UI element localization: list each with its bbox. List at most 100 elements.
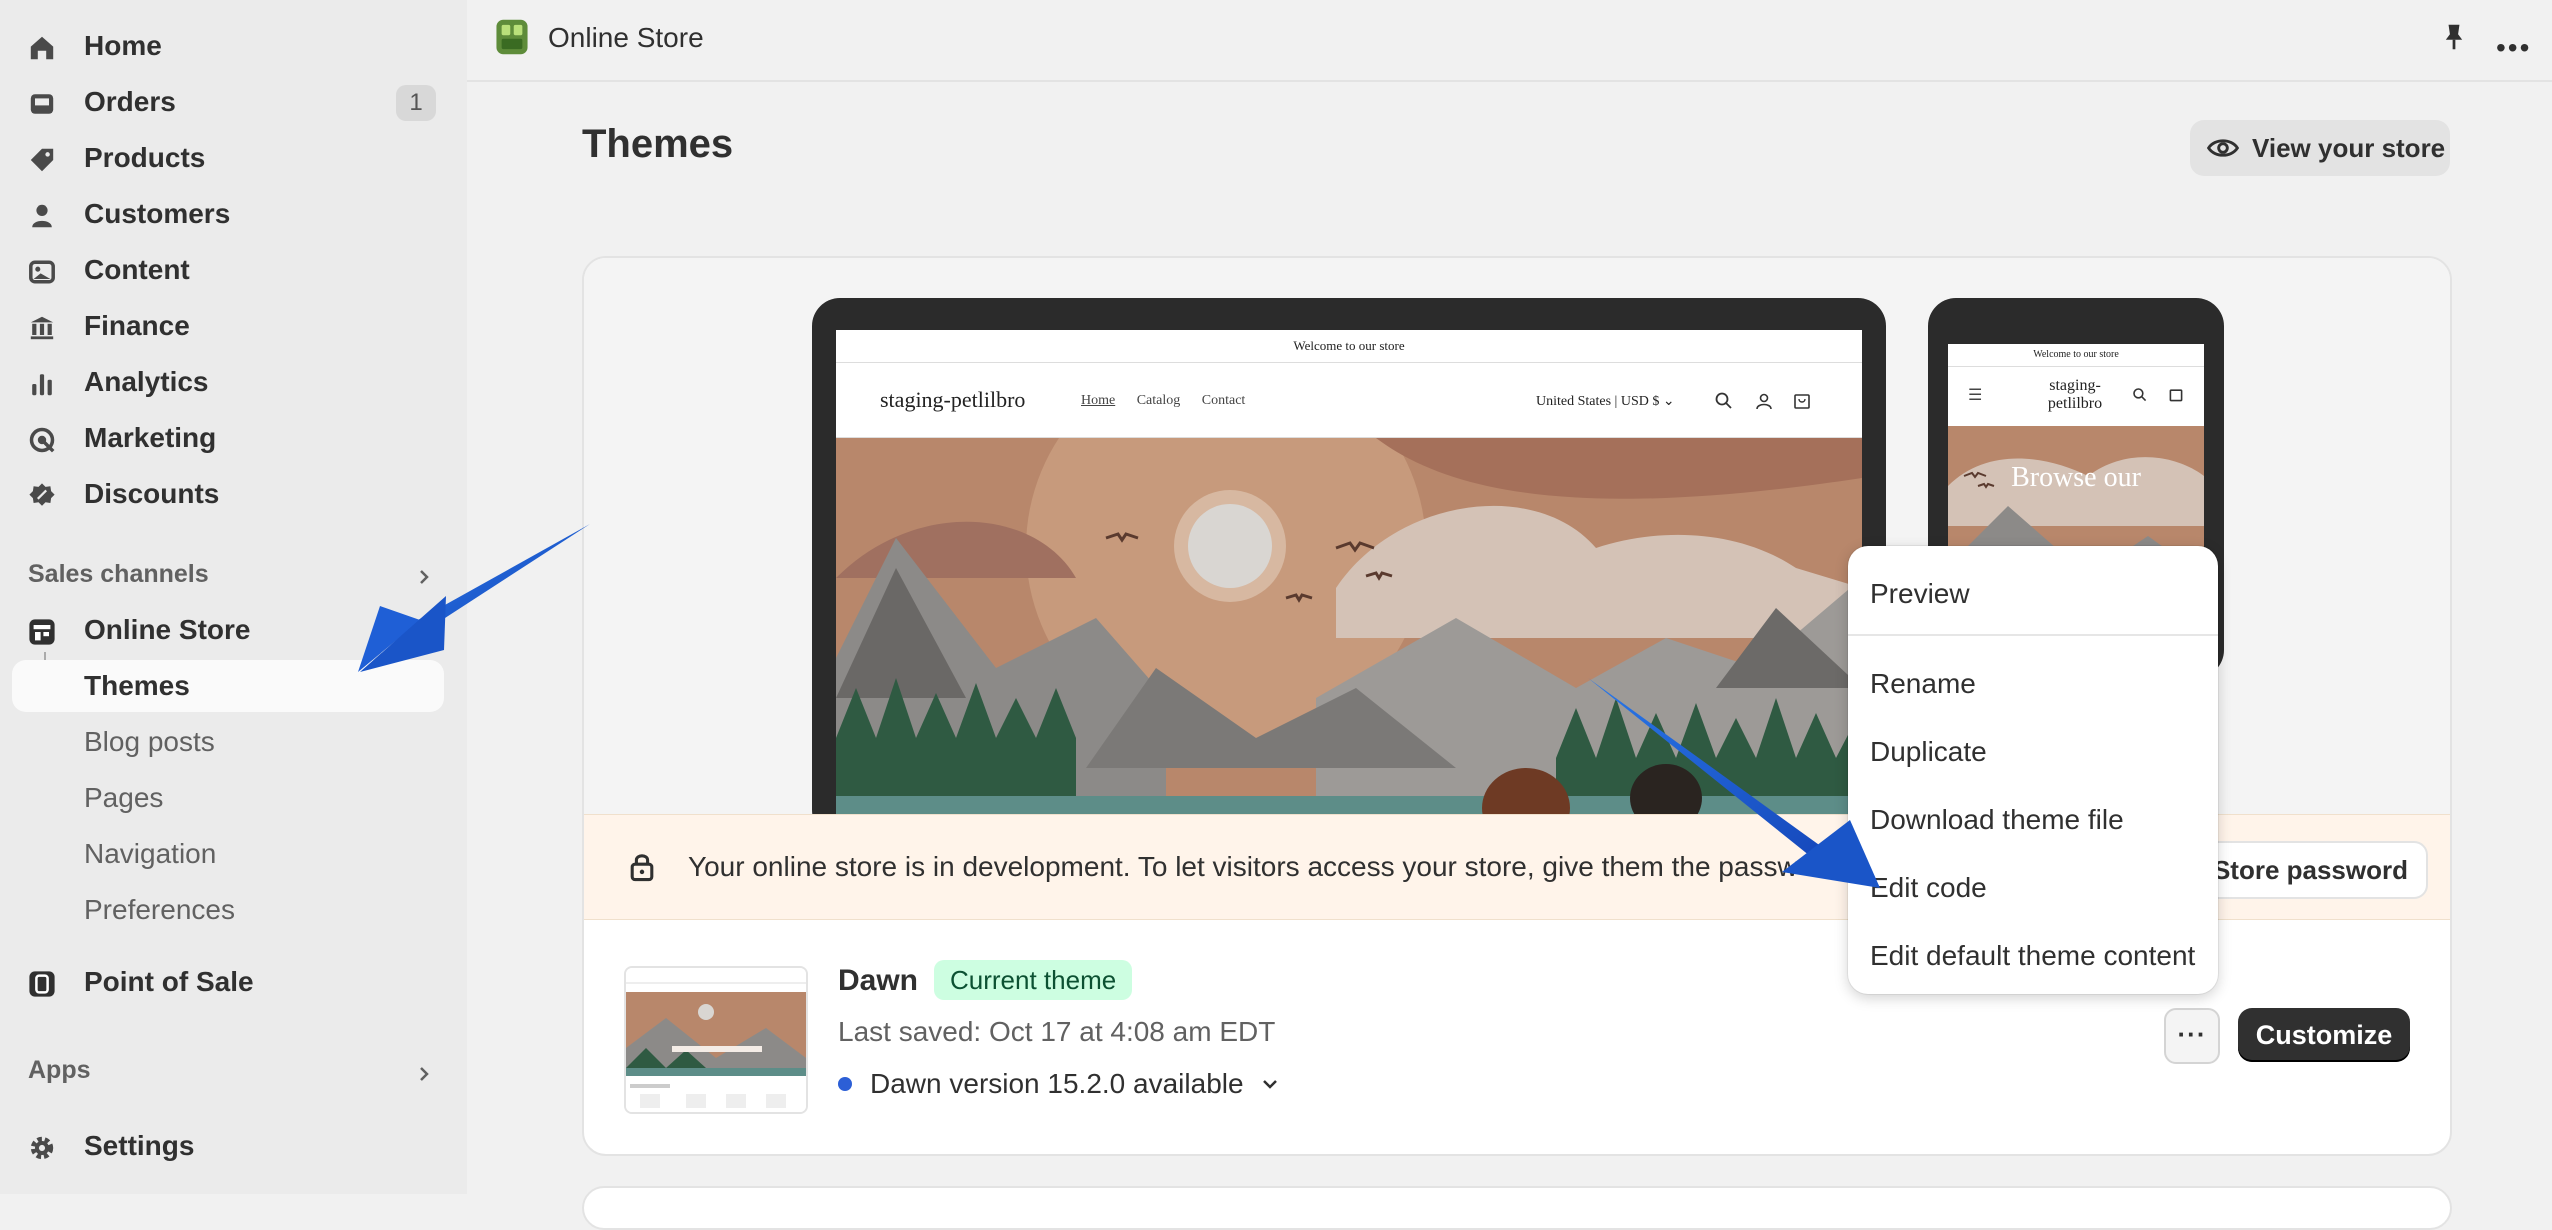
theme-version-selector[interactable]: Dawn version 15.2.0 available (838, 1068, 1280, 1100)
nav-finance[interactable]: Finance (12, 300, 444, 352)
sidebar: Home Orders 1 Products Customers Content… (0, 0, 467, 1194)
nav-discounts[interactable]: Discounts (12, 468, 444, 520)
view-store-label: View your store (2252, 132, 2446, 163)
customize-button[interactable]: Customize (2238, 1008, 2410, 1062)
nav-label: Preferences (84, 894, 235, 925)
mobile-store-header: ☰ staging-petlilbro (1948, 367, 2204, 428)
bar-chart-icon (32, 374, 52, 396)
theme-actions-button[interactable]: ··· (2164, 1008, 2220, 1064)
apps-heading: Apps (28, 1056, 91, 1084)
pin-icon[interactable] (2440, 22, 2468, 52)
nav-orders[interactable]: Orders 1 (12, 76, 444, 128)
tag-icon (30, 148, 54, 172)
home-icon (30, 36, 54, 60)
store-nav-link: Contact (1201, 393, 1246, 408)
nav-content[interactable]: Content (12, 244, 444, 296)
discount-icon (29, 483, 55, 506)
store-name: staging-petlilbro (880, 387, 1026, 412)
lock-icon (630, 854, 654, 882)
eye-icon (2206, 139, 2240, 157)
store-icon (29, 619, 55, 645)
menu-divider (1848, 634, 2218, 636)
nav-analytics[interactable]: Analytics (12, 356, 444, 408)
current-theme-badge: Current theme (934, 960, 1133, 1000)
desktop-preview-frame: Welcome to our store staging-petlilbro H… (812, 298, 1886, 840)
cart-icon (2169, 389, 2183, 402)
menu-item-duplicate[interactable]: Duplicate (1870, 736, 1987, 768)
nav-settings[interactable]: Settings (12, 1120, 444, 1172)
store-nav-link: Home (1081, 393, 1116, 408)
nav-label: Blog posts (84, 726, 215, 757)
announcement-bar: Welcome to our store (836, 330, 1862, 363)
header-divider (467, 80, 2552, 82)
nav-online-store[interactable]: Online Store (12, 604, 444, 656)
menu-item-rename[interactable]: Rename (1870, 668, 1976, 700)
account-icon (1756, 393, 1772, 410)
nav-label: Discounts (84, 478, 220, 509)
bank-icon (30, 316, 54, 340)
last-saved-text: Last saved: Oct 17 at 4:08 am EDT (838, 1016, 1276, 1047)
more-options-icon[interactable]: ••• (2496, 32, 2531, 64)
nav-label: Settings (84, 1130, 195, 1161)
sales-channels-heading: Sales channels (28, 560, 209, 588)
mobile-announcement-bar: Welcome to our store (1948, 344, 2204, 367)
nav-label: Customers (84, 198, 231, 229)
theme-thumbnail-image (626, 968, 806, 1112)
nav-label: Point of Sale (84, 966, 254, 997)
target-icon (29, 427, 55, 453)
banner-text: Your online store is in development. To … (688, 851, 1798, 882)
nav-home[interactable]: Home (12, 20, 444, 72)
nav-label: Analytics (84, 366, 209, 397)
menu-item-edit-default-theme-content[interactable]: Edit default theme content (1870, 940, 2195, 972)
nav-label: Navigation (84, 838, 217, 869)
currency-label: United States | USD $ (1536, 394, 1660, 409)
chevron-right-icon[interactable] (414, 567, 434, 587)
sidebar-item-themes[interactable]: Themes (12, 660, 444, 712)
theme-library-card (582, 1186, 2452, 1230)
gear-icon (30, 1136, 54, 1160)
image-icon (29, 260, 55, 284)
store-nav-link: Catalog (1136, 393, 1181, 408)
search-icon (2133, 388, 2147, 402)
currency-selector: United States | USD $ ⌄ (1536, 394, 1675, 409)
pos-icon (29, 971, 55, 997)
nav-label: Online Store (84, 614, 251, 645)
desktop-preview-screen: Welcome to our store staging-petlilbro H… (836, 330, 1862, 840)
store-nav: Home Catalog Contact (1081, 393, 1263, 409)
nav-label: Themes (84, 670, 190, 701)
menu-item-preview[interactable]: Preview (1870, 578, 1970, 610)
chevron-right-icon[interactable] (414, 1064, 434, 1084)
nav-marketing[interactable]: Marketing (12, 412, 444, 464)
nav-label: Finance (84, 310, 190, 341)
theme-version-text: Dawn version 15.2.0 available (870, 1068, 1244, 1099)
nav-customers[interactable]: Customers (12, 188, 444, 240)
nav-label: Pages (84, 782, 164, 813)
update-available-dot (838, 1077, 852, 1091)
nav-label: Orders (84, 86, 176, 117)
online-store-app-icon (496, 19, 528, 55)
header-title: Online Store (548, 22, 704, 53)
view-store-button[interactable]: View your store (2190, 120, 2450, 176)
store-header: staging-petlilbro Home Catalog Contact U… (836, 363, 1862, 438)
orders-count-badge: 1 (396, 85, 436, 121)
menu-item-edit-code[interactable]: Edit code (1870, 872, 1987, 904)
chevron-down-icon (1262, 1080, 1277, 1089)
cart-icon (1794, 394, 1810, 409)
menu-item-download-theme-file[interactable]: Download theme file (1870, 804, 2124, 836)
nav-products[interactable]: Products (12, 132, 444, 184)
sidebar-item-preferences[interactable]: Preferences (12, 884, 444, 936)
person-icon (32, 204, 52, 228)
sidebar-item-navigation[interactable]: Navigation (12, 828, 444, 880)
sidebar-item-pages[interactable]: Pages (12, 772, 444, 824)
page-title: Themes (582, 122, 734, 166)
nav-label: Marketing (84, 422, 217, 453)
menu-icon: ☰ (1968, 387, 1983, 404)
nav-point-of-sale[interactable]: Point of Sale (12, 956, 444, 1008)
mobile-store-name: staging-petlilbro (2047, 377, 2103, 412)
theme-thumbnail (624, 966, 808, 1114)
sidebar-item-blog-posts[interactable]: Blog posts (12, 716, 444, 768)
nav-label: Home (84, 30, 162, 61)
theme-actions-menu: Preview Rename Duplicate Download theme … (1848, 546, 2218, 994)
nav-label: Content (84, 254, 190, 285)
theme-name: Dawn (838, 964, 919, 997)
